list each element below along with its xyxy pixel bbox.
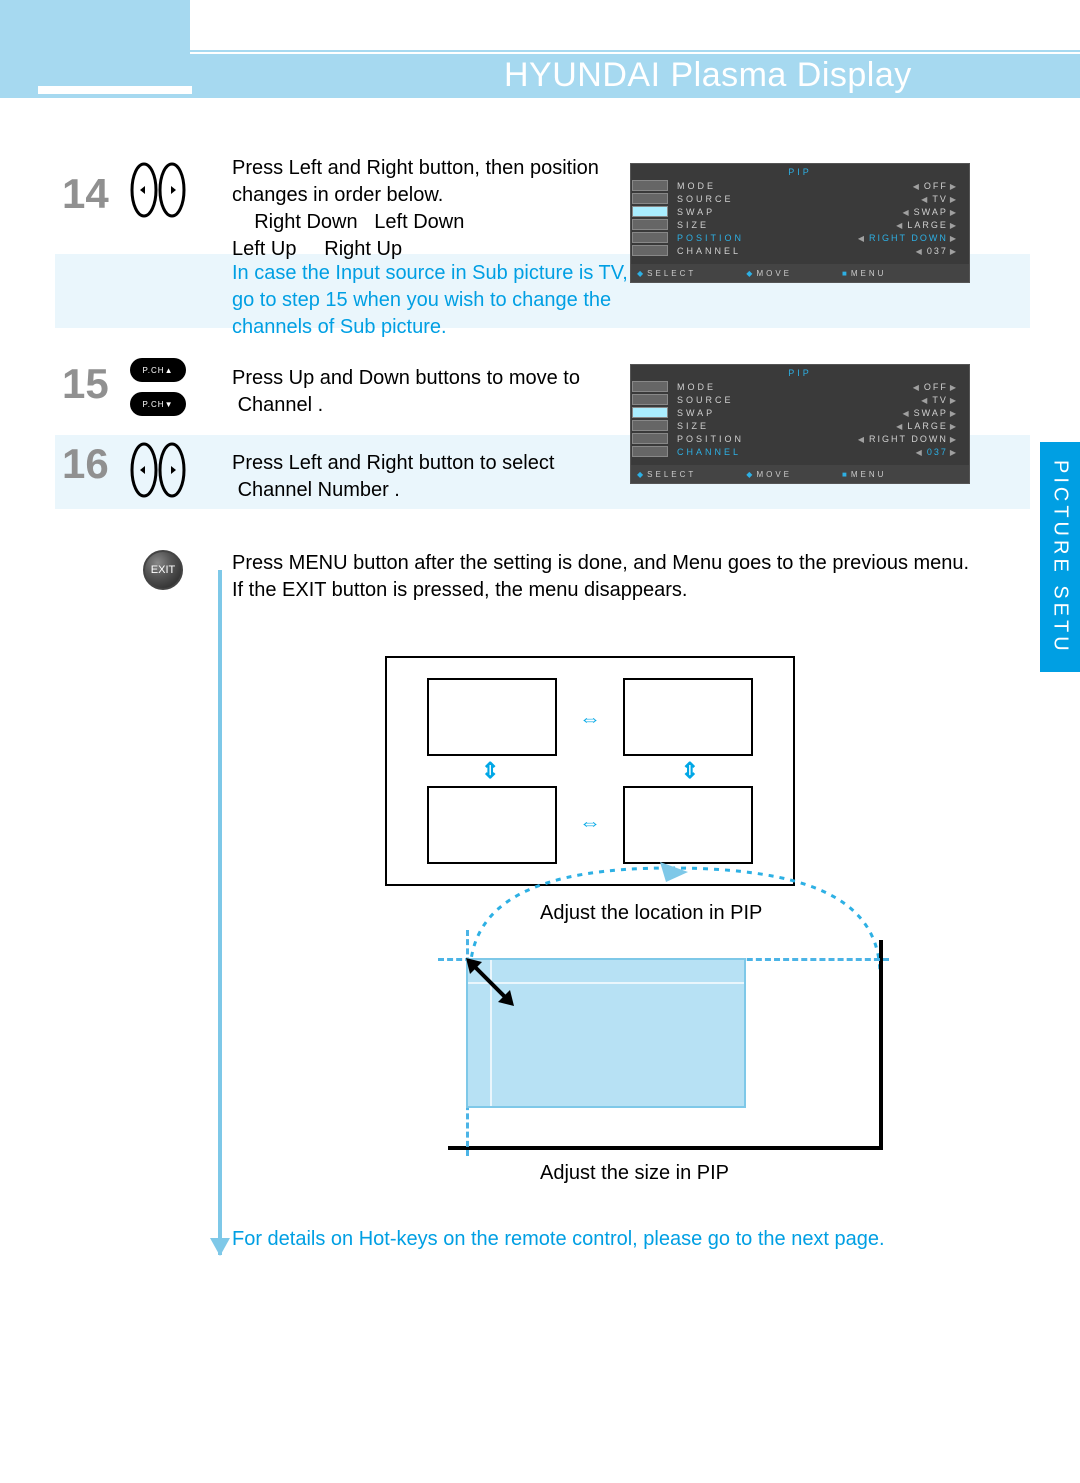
osd-foot-menu: MENU (851, 269, 887, 278)
osd-foot-move: MOVE (756, 470, 792, 479)
step-14-note1: In case the Input source in Sub picture … (232, 262, 628, 284)
exit-line2: If the EXIT button is pressed, the menu … (232, 579, 687, 601)
step-number-15: 15 (62, 360, 122, 408)
osd-title: PIP (631, 365, 969, 380)
pch-up-pill: P.CH▲ (130, 358, 186, 382)
osd-row: SIZE◀LARGE▶ (677, 218, 961, 231)
osd-foot-move: MOVE (756, 269, 792, 278)
flow-arrow-down (218, 570, 222, 1255)
pip-box-top-left (427, 678, 557, 756)
osd-row: POSITION◀RIGHT DOWN▶ (677, 432, 961, 445)
osd-row: SOURCE◀TV▶ (677, 393, 961, 406)
step-15-line1: Press Up and Down buttons to move to (232, 367, 580, 389)
pip-size-label: Adjust the size in PIP (540, 1162, 729, 1185)
step-14-note2: go to step 15 when you wish to change th… (232, 289, 611, 311)
left-right-button-icon (128, 440, 188, 500)
step-14-seq2: Left Down (374, 211, 464, 233)
osd-foot-menu: MENU (851, 470, 887, 479)
step-14-seq1: Right Down (254, 211, 357, 233)
arrow-horizontal-icon: ⇔ (579, 706, 601, 732)
osd-row: SIZE◀LARGE▶ (677, 419, 961, 432)
exit-line1: Press MENU button after the setting is d… (232, 552, 969, 574)
up-down-button-icon: P.CH▲ P.CH▼ (130, 358, 186, 418)
osd-row: SWAP◀SWAP▶ (677, 205, 961, 218)
left-right-button-icon (128, 160, 188, 220)
step-14-line2: changes in order below. (232, 184, 443, 206)
osd-foot-select: SELECT (647, 269, 696, 278)
osd-row: MODE◀OFF▶ (677, 179, 961, 192)
pip-box-bottom-right (623, 786, 753, 864)
pip-position-label: Adjust the location in PIP (540, 902, 762, 925)
resize-diagonal-arrow-icon (466, 958, 514, 1006)
osd-footer: ◆SELECT ◆MOVE ■MENU (631, 465, 969, 483)
exit-button-icon: EXIT (143, 550, 183, 590)
osd-footer: ◆SELECT ◆MOVE ■MENU (631, 264, 969, 282)
step-14-seq3: Left Up (232, 238, 296, 260)
osd-rows: MODE◀OFF▶SOURCE◀TV▶SWAP◀SWAP▶SIZE◀LARGE▶… (669, 179, 969, 257)
osd-rows: MODE◀OFF▶SOURCE◀TV▶SWAP◀SWAP▶SIZE◀LARGE▶… (669, 380, 969, 458)
step-14-line1: Press Left and Right button, then positi… (232, 157, 599, 179)
osd-tabs (631, 179, 669, 257)
osd-row: CHANNEL◀037▶ (677, 244, 961, 257)
header-left-block (0, 0, 190, 98)
exit-text: Press MENU button after the setting is d… (232, 550, 1002, 604)
osd-foot-select: SELECT (647, 470, 696, 479)
page-title: HYUNDAI Plasma Display (504, 56, 912, 95)
osd-row: CHANNEL◀037▶ (677, 445, 961, 458)
step-14-note3: channels of Sub picture. (232, 316, 447, 338)
step-16-text: Press Left and Right button to select Ch… (232, 450, 622, 504)
header-white-bar (38, 86, 192, 94)
step-15-line2: Channel . (238, 394, 324, 416)
step-14-text: Press Left and Right button, then positi… (232, 155, 622, 263)
step-14-seq4: Right Up (324, 238, 402, 260)
step-number-16: 16 (62, 440, 122, 488)
step-16-line1: Press Left and Right button to select (232, 452, 554, 474)
osd-menu-position: PIP MODE◀OFF▶SOURCE◀TV▶SWAP◀SWAP▶SIZE◀LA… (630, 163, 970, 283)
arrow-vertical-icon: ⇕ (481, 758, 499, 784)
section-tab-picture-setup: PICTURE SETU (1040, 442, 1080, 672)
pip-box-top-right (623, 678, 753, 756)
osd-menu-channel: PIP MODE◀OFF▶SOURCE◀TV▶SWAP◀SWAP▶SIZE◀LA… (630, 364, 970, 484)
step-number-14: 14 (62, 170, 122, 218)
osd-row: POSITION◀RIGHT DOWN▶ (677, 231, 961, 244)
arrow-vertical-icon: ⇕ (681, 758, 699, 784)
osd-row: MODE◀OFF▶ (677, 380, 961, 393)
footer-note: For details on Hot-keys on the remote co… (232, 1226, 1002, 1253)
step-15-text: Press Up and Down buttons to move to Cha… (232, 365, 622, 419)
pip-position-diagram: ⇔ ⇔ ⇕ ⇕ (385, 656, 795, 886)
pch-down-pill: P.CH▼ (130, 392, 186, 416)
pip-box-bottom-left (427, 786, 557, 864)
pip-size-diagram (448, 940, 883, 1150)
osd-title: PIP (631, 164, 969, 179)
step-16-line2: Channel Number . (238, 479, 400, 501)
arrow-horizontal-icon: ⇔ (579, 810, 601, 836)
osd-tabs (631, 380, 669, 458)
osd-row: SWAP◀SWAP▶ (677, 406, 961, 419)
step-14-note: In case the Input source in Sub picture … (232, 260, 632, 341)
osd-row: SOURCE◀TV▶ (677, 192, 961, 205)
